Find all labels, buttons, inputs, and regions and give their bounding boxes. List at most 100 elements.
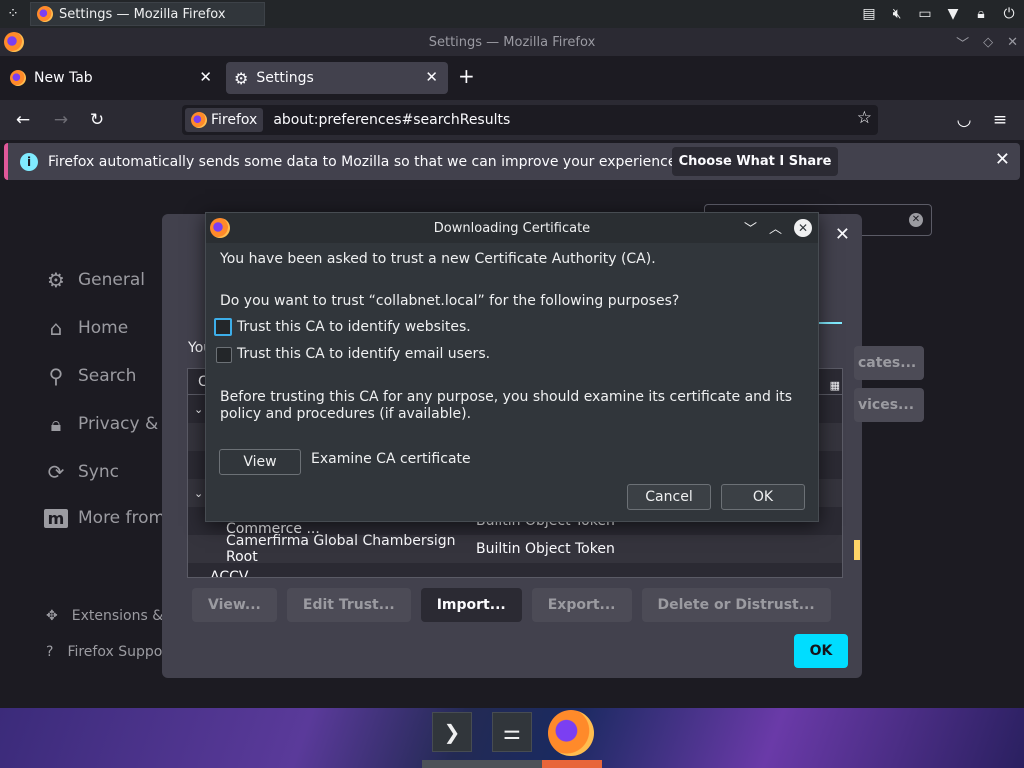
trust-websites-label[interactable]: Trust this CA to identify websites.	[237, 319, 471, 335]
ok-button[interactable]: OK	[721, 484, 805, 510]
power-icon[interactable]: ⏻	[1000, 6, 1018, 22]
menu-hamburger-icon[interactable]: ≡	[987, 108, 1013, 132]
tab-new-tab[interactable]: New Tab ✕	[2, 62, 222, 94]
clear-search-icon[interactable]: ✕	[909, 213, 923, 227]
firefox-icon	[4, 32, 24, 52]
puzzle-icon: ✥	[46, 608, 58, 624]
downloading-certificate-dialog: Downloading Certificate ﹀ ︿ ✕ You have b…	[205, 212, 819, 522]
kde-launcher-icon[interactable]: ⁘	[0, 0, 26, 28]
firefox-icon	[210, 218, 230, 238]
gear-icon: ⚙	[234, 68, 249, 88]
taskbar-entry-firefox[interactable]: Settings — Mozilla Firefox	[30, 2, 265, 26]
search-icon: ⚲	[48, 364, 64, 388]
category-more-from-mozilla[interactable]: m More from	[44, 508, 165, 528]
trust-email-label[interactable]: Trust this CA to identify email users.	[237, 346, 490, 362]
navigation-toolbar: ← → ↻ Firefox about:preferences#searchRe…	[0, 100, 1024, 140]
pocket-icon[interactable]: ◡	[951, 108, 977, 132]
tab-label: Settings	[256, 70, 314, 86]
trust-question-text: Do you want to trust “collabnet.local” f…	[220, 293, 680, 309]
taskbar-entry-label: Settings — Mozilla Firefox	[59, 6, 226, 22]
display-icon[interactable]: ▭	[916, 6, 934, 22]
table-row[interactable]: Camerfirma Global Chambersign Root Built…	[188, 533, 842, 565]
category-general[interactable]: ⚙ General	[44, 268, 145, 292]
maximize-icon[interactable]: ◇	[983, 35, 993, 50]
firefox-icon	[191, 112, 207, 128]
url-text[interactable]: about:preferences#searchResults	[273, 112, 510, 128]
delete-or-distrust-button[interactable]: Delete or Distrust...	[641, 588, 831, 622]
cert-token: Builtin Object Token	[476, 541, 615, 557]
tab-settings[interactable]: ⚙ Settings ✕	[226, 62, 448, 94]
category-privacy[interactable]: 🔒︎ Privacy & S	[44, 412, 175, 436]
tab-label: New Tab	[34, 70, 93, 86]
close-notification-icon[interactable]: ✕	[995, 149, 1010, 170]
certificate-action-buttons: View... Edit Trust... Import... Export..…	[192, 588, 831, 622]
import-button[interactable]: Import...	[420, 588, 522, 622]
view-certificates-button[interactable]: cates...	[854, 346, 924, 380]
close-tab-icon[interactable]: ✕	[199, 68, 212, 86]
window-title: Settings — Mozilla Firefox	[428, 34, 596, 50]
reload-button[interactable]: ↻	[84, 108, 110, 132]
close-dialog-icon[interactable]: ✕	[835, 224, 850, 245]
data-collection-notification: i Firefox automatically sends some data …	[4, 143, 1020, 180]
category-label: Home	[78, 318, 129, 338]
gear-icon: ⚙	[47, 268, 65, 292]
footer-extensions[interactable]: ✥ Extensions &	[46, 608, 163, 624]
lock-icon[interactable]: 🔒︎	[972, 6, 990, 22]
category-search[interactable]: ⚲ Search	[44, 364, 137, 388]
certificate-manager-ok-button[interactable]: OK	[794, 634, 848, 668]
identity-label: Firefox	[211, 112, 258, 128]
advice-text-line2: policy and procedures (if available).	[220, 406, 472, 422]
close-tab-icon[interactable]: ✕	[425, 68, 438, 86]
trust-email-checkbox[interactable]	[216, 347, 232, 363]
bookmark-star-icon[interactable]: ☆	[857, 108, 872, 128]
cert-name: ACCV	[210, 569, 249, 578]
settings-sliders-icon[interactable]: ⚌	[492, 712, 532, 752]
url-bar[interactable]: Firefox about:preferences#searchResults …	[182, 105, 878, 135]
view-cert-button[interactable]: View...	[192, 588, 277, 622]
maximize-icon[interactable]: ︿	[769, 218, 782, 237]
view-ca-certificate-button[interactable]: View	[219, 449, 301, 475]
export-button[interactable]: Export...	[531, 588, 632, 622]
column-picker-icon[interactable]: ▦	[830, 373, 840, 399]
firefox-icon[interactable]	[548, 710, 594, 756]
new-tab-button[interactable]: +	[458, 64, 475, 88]
dialog-title: Downloading Certificate	[433, 220, 591, 236]
table-row[interactable]: ACCV	[188, 563, 842, 578]
choose-what-i-share-button[interactable]: Choose What I Share	[672, 147, 838, 176]
tab-strip: New Tab ✕ ⚙ Settings ✕	[0, 56, 1024, 100]
system-tray: ▤ 🔇︎ ▭ ▼ 🔒︎ ⏻	[860, 0, 1018, 28]
minimize-icon[interactable]: ﹀	[744, 218, 757, 237]
volume-muted-icon[interactable]: 🔇︎	[888, 6, 906, 22]
security-devices-button[interactable]: vices...	[854, 388, 924, 422]
chevron-down-icon[interactable]: ▼	[944, 6, 962, 22]
firefox-icon	[10, 70, 26, 86]
info-icon: i	[20, 152, 38, 171]
terminal-icon[interactable]: ❯	[432, 712, 472, 752]
forward-button[interactable]: →	[48, 108, 74, 132]
footer-support[interactable]: ? Firefox Suppo	[46, 644, 162, 660]
dialog-titlebar: Downloading Certificate ﹀ ︿ ✕	[206, 213, 818, 243]
back-button[interactable]: ←	[10, 108, 36, 132]
clipboard-icon[interactable]: ▤	[860, 6, 878, 22]
close-dialog-icon[interactable]: ✕	[794, 218, 812, 237]
category-label: More from	[78, 508, 166, 528]
category-home[interactable]: ⌂ Home	[44, 316, 129, 340]
category-label: Search	[78, 366, 137, 386]
close-window-icon[interactable]: ✕	[1007, 35, 1018, 50]
home-icon: ⌂	[49, 316, 63, 340]
identity-box[interactable]: Firefox	[185, 108, 264, 132]
lock-icon: 🔒︎	[50, 412, 62, 436]
firefox-icon	[37, 6, 53, 22]
kde-top-panel: ⁘ Settings — Mozilla Firefox ▤ 🔇︎ ▭ ▼ 🔒︎…	[0, 0, 1024, 28]
mozilla-icon: m	[44, 508, 68, 528]
cancel-button[interactable]: Cancel	[627, 484, 711, 510]
trust-websites-checkbox[interactable]	[214, 318, 232, 336]
edit-trust-button[interactable]: Edit Trust...	[286, 588, 411, 622]
category-label: Privacy & S	[78, 414, 175, 434]
minimize-icon[interactable]: ﹀	[956, 33, 969, 52]
dock-indicator-strip	[422, 760, 602, 768]
category-sync[interactable]: ⟳ Sync	[44, 460, 119, 484]
trust-intro-text: You have been asked to trust a new Certi…	[220, 251, 656, 267]
help-icon: ?	[46, 644, 54, 660]
window-titlebar: Settings — Mozilla Firefox ﹀ ◇ ✕	[0, 28, 1024, 56]
